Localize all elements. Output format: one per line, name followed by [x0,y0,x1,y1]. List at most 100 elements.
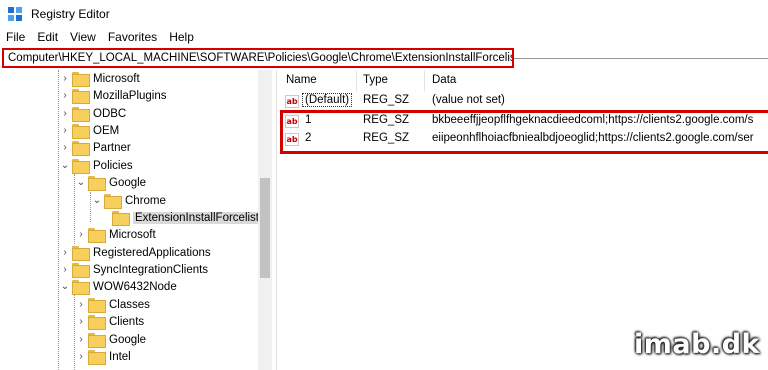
menu-help[interactable]: Help [169,30,194,44]
chevron-right-icon[interactable]: › [58,105,72,122]
tree-item-label: ODBC [93,107,127,120]
folder-icon [72,246,90,261]
menu-view[interactable]: View [70,30,96,44]
value-name: (Default) [302,93,353,107]
menu-file[interactable]: File [6,30,25,44]
tree-item-partner[interactable]: › Partner [58,139,131,156]
chevron-down-icon[interactable]: ⌄ [58,278,72,295]
pane-splitter[interactable] [276,70,277,370]
value-row-default[interactable]: ab (Default) REG_SZ (value not set) [280,93,768,110]
tree-item-label: Microsoft [109,228,156,241]
tree-item-microsoft[interactable]: › Microsoft [58,70,140,87]
values-list[interactable]: Name Type Data ab (Default) REG_SZ (valu… [280,70,768,370]
folder-icon [72,141,90,156]
tree-item-wow6432node[interactable]: ⌄ WOW6432Node [58,278,177,295]
string-value-icon: ab [285,133,299,146]
chevron-right-icon[interactable]: › [58,261,72,278]
tree-item-policies[interactable]: ⌄ Policies [58,157,133,174]
tree-item-clients[interactable]: › Clients [74,313,144,330]
tree-item-label: Clients [109,315,145,328]
title-bar: Registry Editor [0,0,768,28]
registry-tree[interactable]: › Microsoft › MozillaPlugins › ODBC › OE… [0,70,272,370]
tree-scrollbar[interactable] [258,70,272,370]
folder-icon [88,315,106,330]
tree-item-google-wow[interactable]: › Google [74,331,146,348]
tree-item-classes[interactable]: › Classes [74,296,150,313]
value-data: bkbeeeffjjeopflfhgeknacdieedcoml;https:/… [432,114,754,126]
watermark: imab.dk [634,329,760,360]
tree-item-syncintegrationclients[interactable]: › SyncIntegrationClients [58,261,208,278]
folder-icon [88,333,106,348]
chevron-right-icon[interactable]: › [58,139,72,156]
folder-icon [72,89,90,104]
chevron-right-icon[interactable]: › [58,244,72,261]
column-name[interactable]: Name [286,74,317,86]
chevron-right-icon[interactable]: › [58,87,72,104]
folder-icon [104,194,122,209]
folder-icon [72,124,90,139]
string-value-icon: ab [285,95,299,108]
chevron-down-icon[interactable]: ⌄ [90,192,104,209]
tree-item-intel[interactable]: › Intel [74,348,131,365]
tree-item-label: MozillaPlugins [93,89,167,102]
menu-bar: File Edit View Favorites Help [0,28,768,46]
value-type: REG_SZ [363,132,410,144]
chevron-right-icon[interactable]: › [74,331,88,348]
value-row-2[interactable]: ab 2 REG_SZ eiipeonhflhoiacfbniealbdjoeo… [280,131,768,148]
folder-icon [72,159,90,174]
window-title: Registry Editor [31,7,110,21]
folder-icon [88,298,106,313]
value-data: (value not set) [432,94,505,106]
chevron-down-icon[interactable]: ⌄ [74,174,88,191]
chevron-right-icon[interactable]: › [74,226,88,243]
tree-item-label: Chrome [125,194,166,207]
address-path: Computer\HKEY_LOCAL_MACHINE\SOFTWARE\Pol… [8,52,514,64]
folder-icon [72,263,90,278]
tree-item-label: Google [109,333,147,346]
folder-icon [88,176,106,191]
chevron-down-icon[interactable]: ⌄ [58,157,72,174]
tree-item-label: RegisteredApplications [93,246,211,259]
folder-icon [88,228,106,243]
value-name: 2 [305,132,312,144]
tree-item-label: Policies [93,159,133,172]
tree-item-label: Google [109,176,147,189]
tree-item-label: Microsoft [93,72,140,85]
tree-item-label: ExtensionInstallForcelist [133,211,261,224]
tree-item-label: Classes [109,298,150,311]
folder-icon [72,107,90,122]
column-type[interactable]: Type [363,74,388,86]
value-data: eiipeonhflhoiacfbniealbdjoeoglid;https:/… [432,132,754,144]
address-divider [514,58,768,59]
string-value-icon: ab [285,115,299,128]
tree-item-mozillaplugins[interactable]: › MozillaPlugins [58,87,167,104]
menu-edit[interactable]: Edit [37,30,58,44]
chevron-right-icon[interactable]: › [74,348,88,365]
chevron-right-icon[interactable]: › [58,122,72,139]
folder-icon [72,280,90,295]
value-type: REG_SZ [363,94,410,106]
menu-favorites[interactable]: Favorites [108,30,157,44]
list-header: Name Type Data [280,70,768,92]
scrollbar-thumb[interactable] [260,178,270,278]
tree-item-label: WOW6432Node [93,280,177,293]
column-data[interactable]: Data [432,74,456,86]
tree-item-chrome[interactable]: ⌄ Chrome [90,192,166,209]
address-bar[interactable]: Computer\HKEY_LOCAL_MACHINE\SOFTWARE\Pol… [2,48,514,68]
chevron-right-icon[interactable]: › [58,70,72,87]
value-type: REG_SZ [363,114,410,126]
tree-item-microsoft-policies[interactable]: › Microsoft [74,226,156,243]
tree-item-oem[interactable]: › OEM [58,122,119,139]
tree-item-odbc[interactable]: › ODBC [58,105,126,122]
tree-item-registeredapplications[interactable]: › RegisteredApplications [58,244,211,261]
tree-item-label: Intel [109,350,131,363]
value-row-1[interactable]: ab 1 REG_SZ bkbeeeffjjeopflfhgeknacdieed… [280,113,768,130]
chevron-right-icon[interactable]: › [74,313,88,330]
folder-icon [88,350,106,365]
tree-item-extensioninstallforcelist[interactable]: ExtensionInstallForcelist [112,209,261,226]
folder-icon [112,211,130,226]
tree-item-label: SyncIntegrationClients [93,263,209,276]
tree-item-label: Partner [93,141,131,154]
tree-item-google[interactable]: ⌄ Google [74,174,146,191]
chevron-right-icon[interactable]: › [74,296,88,313]
